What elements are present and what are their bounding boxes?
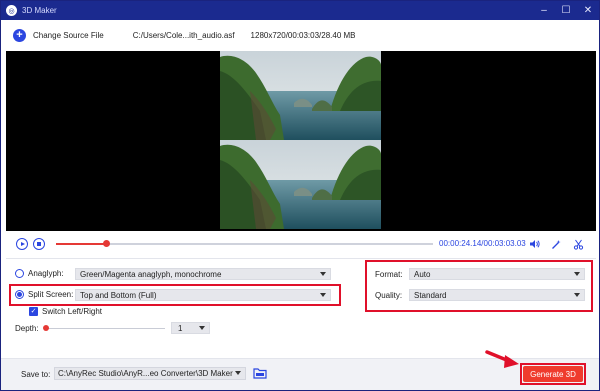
- red-arrow-annotation: [485, 350, 519, 368]
- depth-slider-handle[interactable]: [43, 325, 49, 331]
- change-source-file-button[interactable]: + Change Source File: [13, 29, 104, 42]
- source-file-bar: + Change Source File C:/Users/Cole...ith…: [1, 20, 599, 51]
- switch-left-right-option[interactable]: ✓ Switch Left/Right: [29, 307, 102, 316]
- close-button[interactable]: ✕: [577, 1, 599, 20]
- save-path-select[interactable]: C:\AnyRec Studio\AnyR...eo Converter\3D …: [54, 367, 246, 380]
- preview-frame-bottom: [220, 140, 381, 229]
- folder-icon: [253, 368, 267, 379]
- depth-value: 1: [178, 323, 183, 333]
- open-folder-button[interactable]: [253, 367, 267, 379]
- plus-icon: +: [13, 29, 26, 42]
- current-time: 00:00:24.14: [439, 239, 482, 248]
- format-quality-highlight: [365, 260, 593, 312]
- save-to-label: Save to:: [21, 370, 51, 379]
- cut-button[interactable]: [572, 238, 584, 250]
- time-readout: 00:00:24.14/00:03:03.03: [439, 239, 526, 248]
- landscape-image-top: [220, 51, 381, 140]
- stop-button[interactable]: [33, 238, 45, 250]
- title-bar: ◎ 3D Maker – ☐ ✕: [1, 1, 599, 20]
- seek-handle[interactable]: [102, 240, 110, 247]
- switch-left-right-label: Switch Left/Right: [42, 307, 103, 316]
- depth-label: Depth:: [15, 324, 39, 333]
- window-title: 3D Maker: [22, 6, 57, 15]
- split-screen-highlight: [9, 284, 341, 306]
- scissors-icon: [573, 239, 583, 250]
- 3d-maker-window: ◎ 3D Maker – ☐ ✕ + Change Source File C:…: [0, 0, 600, 391]
- anaglyph-radio[interactable]: [15, 269, 24, 278]
- play-button[interactable]: [16, 238, 28, 250]
- maximize-button[interactable]: ☐: [555, 1, 577, 20]
- magic-wand-icon: [551, 239, 561, 249]
- play-icon: [20, 242, 25, 246]
- divider: [6, 258, 596, 259]
- depth-select[interactable]: 1: [171, 322, 210, 334]
- depth-slider[interactable]: [47, 328, 165, 329]
- app-icon: ◎: [6, 5, 17, 16]
- switch-left-right-checkbox[interactable]: ✓: [29, 307, 38, 316]
- total-time: /00:03:03.03: [481, 239, 526, 248]
- chevron-down-icon: [199, 326, 205, 330]
- source-file-info: 1280x720/00:03:03/28.40 MB: [250, 31, 356, 40]
- volume-icon: [529, 240, 540, 248]
- anaglyph-label: Anaglyph:: [28, 269, 64, 278]
- seek-bar[interactable]: [56, 240, 433, 247]
- generate-highlight: [520, 363, 586, 385]
- save-path-value: C:\AnyRec Studio\AnyR...eo Converter\3D …: [58, 369, 233, 378]
- stop-icon: [37, 242, 41, 246]
- anaglyph-value: Green/Magenta anaglyph, monochrome: [80, 269, 222, 279]
- preview-frame-top: [220, 51, 381, 140]
- landscape-image-bottom: [220, 140, 381, 229]
- seek-progress: [56, 243, 106, 245]
- window-controls: – ☐ ✕: [533, 1, 599, 20]
- playback-controls: 00:00:24.14/00:03:03.03: [1, 233, 599, 255]
- chevron-down-icon: [235, 371, 241, 375]
- source-file-path: C:/Users/Cole...ith_audio.asf: [132, 31, 235, 40]
- video-preview: [6, 51, 596, 231]
- anaglyph-select[interactable]: Green/Magenta anaglyph, monochrome: [75, 268, 331, 280]
- anaglyph-option[interactable]: Anaglyph:: [15, 269, 64, 278]
- chevron-down-icon: [320, 272, 326, 276]
- effects-button[interactable]: [550, 238, 562, 250]
- change-source-file-label: Change Source File: [33, 31, 104, 40]
- minimize-button[interactable]: –: [533, 1, 555, 20]
- volume-button[interactable]: [528, 238, 540, 250]
- depth-option: Depth:: [15, 324, 39, 333]
